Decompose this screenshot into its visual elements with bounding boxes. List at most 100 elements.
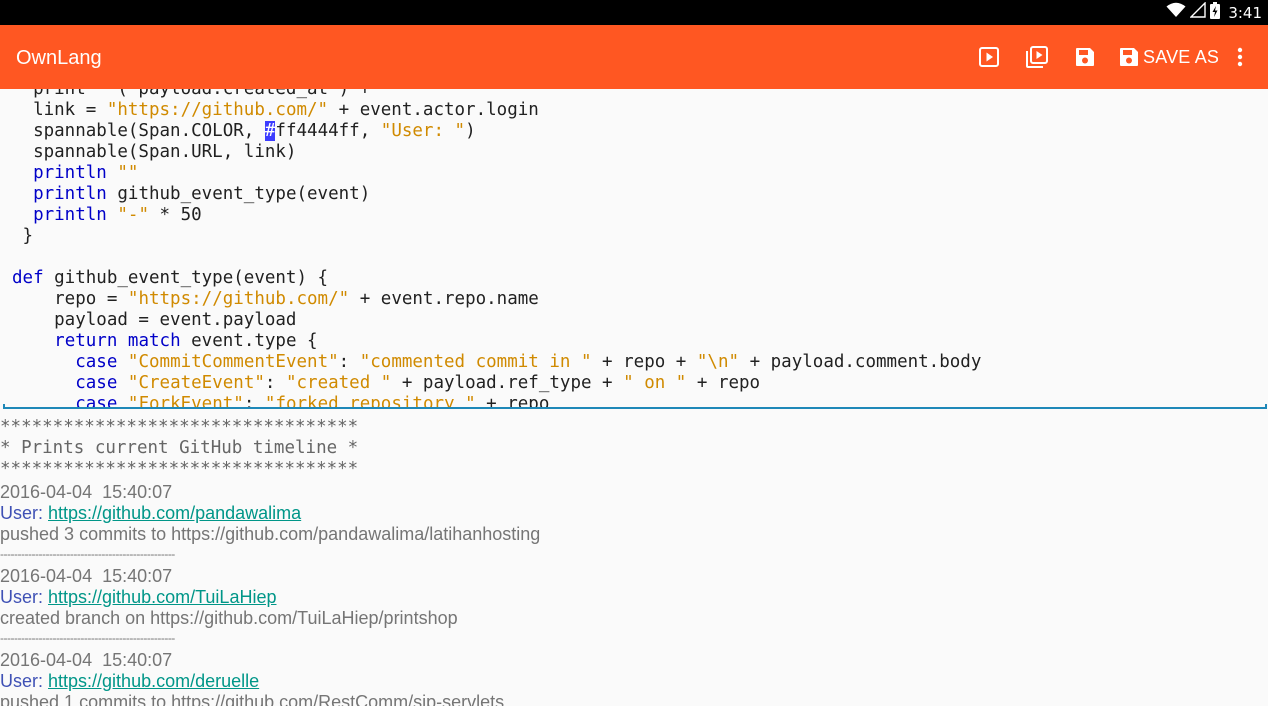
code-text[interactable]: print ( payload.created_at ) + " " link …: [12, 89, 981, 409]
code-line[interactable]: case "CreateEvent": "created " + payload…: [12, 373, 981, 394]
code-text-span: + repo: [686, 373, 761, 393]
code-text-span: spannable(Span.COLOR,: [12, 121, 265, 141]
code-line[interactable]: [12, 247, 981, 268]
code-line[interactable]: return match event.type {: [12, 331, 981, 352]
user-link[interactable]: https://github.com/pandawalima: [48, 503, 301, 523]
code-line[interactable]: }: [12, 226, 981, 247]
code-text-span: [12, 373, 75, 393]
save-as-icon: [1118, 46, 1140, 68]
code-text-span: }: [12, 226, 34, 246]
code-keyword: def: [12, 268, 44, 288]
code-text-span: payload = event.payload: [12, 310, 297, 330]
code-text-span: [117, 331, 128, 351]
code-text-span: :: [338, 352, 360, 372]
code-text-span: [12, 352, 75, 372]
code-string: "https://github.com/": [106, 100, 329, 120]
run-new-window-button[interactable]: [1025, 45, 1049, 69]
code-text-span: + event.actor.login: [328, 100, 539, 120]
code-text-span: github_event_type(event): [106, 184, 371, 204]
save-button[interactable]: [1074, 45, 1096, 69]
event-description: pushed 3 commits to https://github.com/p…: [0, 524, 541, 544]
code-line[interactable]: println github_event_type(event): [12, 184, 981, 205]
user-link[interactable]: https://github.com/deruelle: [48, 671, 259, 691]
code-string: "\n": [696, 352, 740, 372]
text-cursor-selection: #: [264, 121, 276, 141]
code-text-span: [117, 352, 128, 372]
code-string: "commented commit in ": [359, 352, 592, 372]
code-text-span: ): [465, 121, 476, 141]
code-string: "-": [117, 205, 149, 225]
event-timestamp: 2016-04-04 15:40:07: [0, 566, 173, 586]
banner-line: * Prints current GitHub timeline *: [0, 438, 359, 458]
run-icon: [978, 46, 1000, 68]
event-user-line: User: https://github.com/TuiLaHiep: [0, 587, 276, 608]
banner-line: **********************************: [0, 459, 359, 479]
code-line[interactable]: def github_event_type(event) {: [12, 268, 981, 289]
code-line[interactable]: spannable(Span.URL, link): [12, 142, 981, 163]
event-description: created branch on https://github.com/Tui…: [0, 608, 458, 628]
code-text-span: + repo +: [591, 352, 697, 372]
save-as-label: SAVE AS: [1143, 46, 1220, 67]
code-line[interactable]: print ( payload.created_at ) + " ": [12, 89, 981, 100]
run-new-window-icon: [1025, 45, 1049, 69]
save-icon: [1074, 46, 1096, 68]
code-string: "": [117, 163, 139, 183]
status-bar: 3:41: [0, 0, 1268, 25]
event-user-line: User: https://github.com/pandawalima: [0, 503, 301, 524]
code-string: "created ": [285, 373, 392, 393]
code-text-span: [107, 163, 118, 183]
code-text-span: ff4444ff,: [275, 121, 381, 141]
user-link[interactable]: https://github.com/TuiLaHiep: [48, 587, 276, 607]
code-text-span: + payload.ref_type +: [391, 373, 624, 393]
battery-charging-icon: [1210, 1, 1221, 24]
user-label: User:: [0, 587, 49, 607]
user-label: User:: [0, 671, 49, 691]
code-string: "User: ": [380, 121, 466, 141]
event-user-line: User: https://github.com/deruelle: [0, 671, 259, 692]
code-text-span: github_event_type(event) {: [43, 268, 329, 288]
wifi-icon: [1166, 2, 1186, 23]
code-line[interactable]: case "CommitCommentEvent": "commented co…: [12, 352, 981, 373]
status-time: 3:41: [1228, 3, 1262, 22]
code-text-span: [12, 184, 33, 204]
code-keyword: println: [33, 163, 107, 183]
code-string: "CommitCommentEvent": [127, 352, 339, 372]
status-icons: 3:41: [1166, 1, 1262, 24]
more-options-button[interactable]: [1230, 45, 1250, 69]
output-console: ********************************** * Pri…: [0, 417, 1268, 706]
more-vert-icon: [1230, 46, 1250, 68]
code-text-span: link =: [12, 100, 107, 120]
event-timestamp: 2016-04-04 15:40:07: [0, 482, 173, 502]
code-keyword: println: [33, 184, 107, 204]
code-text-span: [12, 163, 33, 183]
code-text-span: [117, 373, 128, 393]
save-as-button[interactable]: SAVE AS: [1118, 45, 1219, 69]
code-line[interactable]: payload = event.payload: [12, 310, 981, 331]
code-line[interactable]: spannable(Span.COLOR, #ff4444ff, "User: …: [12, 121, 981, 142]
code-keyword: match: [127, 331, 181, 351]
app-bar: OwnLang SAVE AS: [0, 25, 1268, 89]
code-text-span: spannable(Span.URL, link): [12, 142, 297, 162]
code-line[interactable]: link = "https://github.com/" + event.act…: [12, 100, 981, 121]
code-keyword: case: [75, 352, 118, 372]
code-keyword: println: [33, 205, 107, 225]
code-keyword: case: [75, 373, 118, 393]
code-line[interactable]: repo = "https://github.com/" + event.rep…: [12, 289, 981, 310]
code-text-span: repo =: [12, 289, 128, 309]
code-text-span: event.type {: [180, 331, 318, 351]
code-string: "CreateEvent": [127, 373, 265, 393]
event-description: pushed 1 commits to https://github.com/R…: [0, 692, 505, 706]
code-line[interactable]: println "-" * 50: [12, 205, 981, 226]
run-button[interactable]: [978, 45, 1000, 69]
user-label: User:: [0, 503, 49, 523]
code-string: "https://github.com/": [127, 289, 350, 309]
code-line[interactable]: println "": [12, 163, 981, 184]
code-text-span: [107, 205, 118, 225]
code-text-span: [12, 205, 33, 225]
signal-icon: [1189, 1, 1207, 23]
code-text-span: * 50: [149, 205, 202, 225]
code-editor[interactable]: print ( payload.created_at ) + " " link …: [0, 89, 1268, 409]
code-text-span: :: [264, 373, 286, 393]
code-text-span: [12, 331, 54, 351]
code-text-span: print ( payload.created_at ) + " ": [12, 89, 413, 99]
